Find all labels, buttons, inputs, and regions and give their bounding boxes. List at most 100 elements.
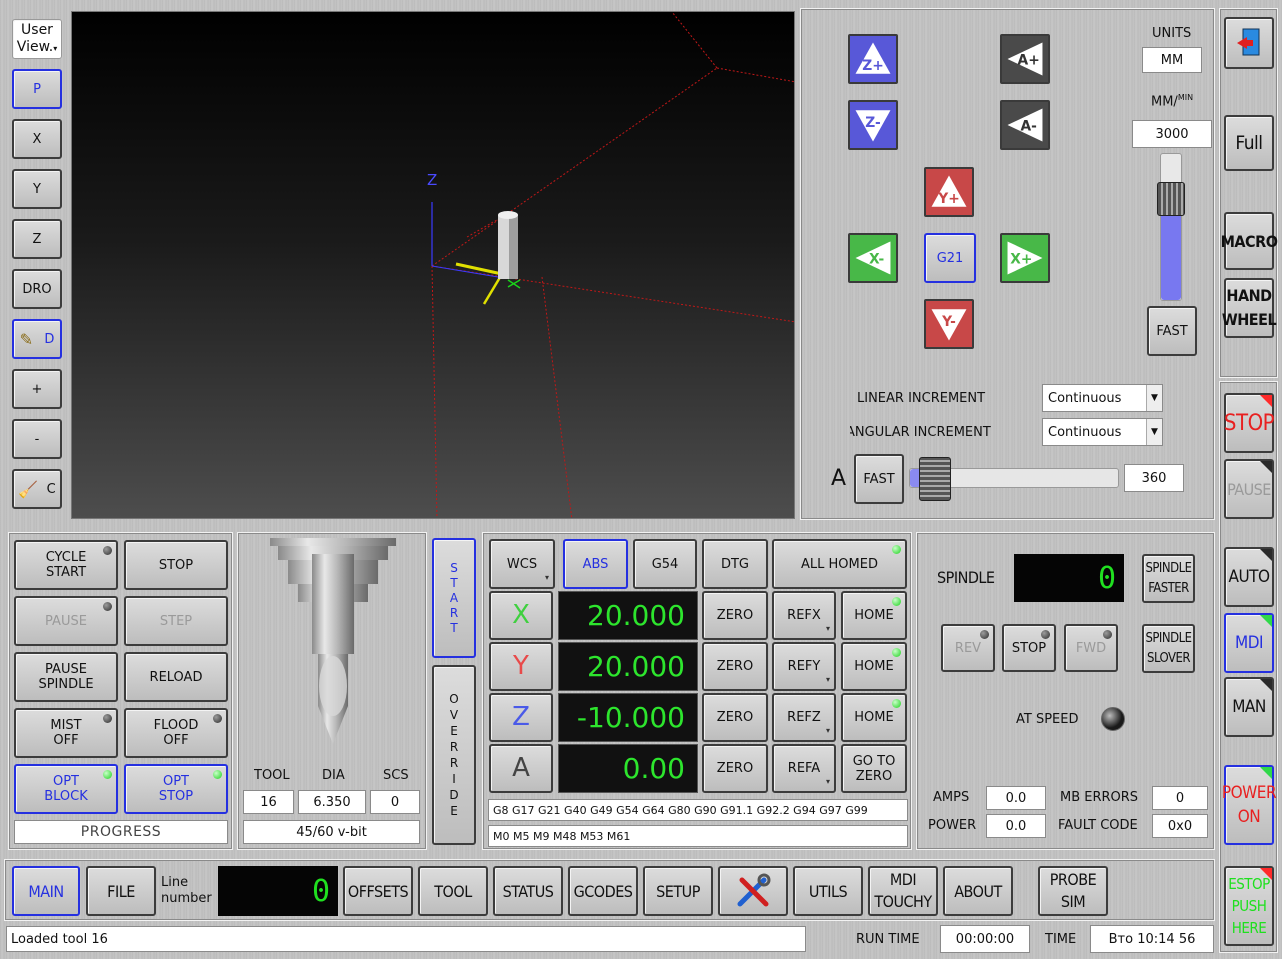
go-to-zero-a-button[interactable]: GO TO ZERO [841, 744, 907, 793]
tool-number-field[interactable]: 16 [243, 790, 294, 814]
dtg-button[interactable]: DTG [702, 539, 768, 589]
macro-button[interactable]: MACRO [1221, 212, 1278, 270]
spindle-fwd-button[interactable]: FWD [1064, 624, 1118, 672]
jog-x-minus-button[interactable]: X- [848, 233, 898, 283]
jog-z-minus-button[interactable]: Z- [848, 100, 898, 150]
view-dro-button[interactable]: DRO [12, 269, 62, 309]
start-tab[interactable]: START [432, 538, 476, 658]
home-z-button[interactable]: HOME [841, 693, 907, 742]
g54-button[interactable]: G54 [633, 539, 697, 589]
tool-diameter-field[interactable]: 6.350 [298, 790, 366, 814]
mist-button[interactable]: MIST OFF [14, 708, 118, 758]
view-d-button[interactable]: ✎ D [12, 319, 62, 359]
spindle-faster-button[interactable]: SPINDLE FASTER [1142, 554, 1195, 603]
override-tab-letter: E [450, 724, 458, 738]
a-jog-rate-field[interactable]: 360 [1124, 464, 1184, 492]
ref-x-button[interactable]: REFX ▾ [772, 591, 836, 640]
jog-fast-button[interactable]: FAST [1147, 306, 1197, 356]
jog-a-plus-button[interactable]: A+ [1000, 34, 1050, 84]
view-y-button[interactable]: Y [12, 169, 62, 209]
zero-x-label: ZERO [716, 608, 754, 623]
home-x-button[interactable]: HOME [841, 591, 907, 640]
tab-tools-icon-button[interactable] [718, 866, 788, 916]
tool-scs-field[interactable]: 0 [370, 790, 420, 814]
cycle-start-button[interactable]: CYCLE START [14, 540, 118, 590]
zoom-out-button[interactable]: - [12, 419, 62, 459]
tab-tool[interactable]: TOOL [418, 866, 488, 916]
opt-block-button[interactable]: OPT BLOCK [14, 764, 118, 814]
tab-file[interactable]: FILE [86, 866, 156, 916]
zero-z-button[interactable]: ZERO [702, 693, 768, 742]
tab-offsets[interactable]: OFFSETS [343, 866, 413, 916]
clear-button[interactable]: 🧹 C [12, 469, 62, 509]
step-button[interactable]: STEP [124, 596, 228, 646]
tab-gcodes[interactable]: GCODES [568, 866, 638, 916]
hand-wheel-button[interactable]: HAND WHEEL [1222, 278, 1277, 338]
manual-mode-button[interactable]: MAN [1224, 677, 1274, 737]
toolpath-preview[interactable]: Z [71, 11, 795, 519]
program-stop-button[interactable]: STOP [124, 540, 228, 590]
spindle-stop-button[interactable]: STOP [1002, 624, 1056, 672]
auto-mode-button[interactable]: AUTO [1224, 547, 1274, 607]
jog-rate-field[interactable]: 3000 [1132, 120, 1212, 148]
pause-spindle-button[interactable]: PAUSE SPINDLE [14, 652, 118, 702]
user-view-button[interactable]: User View.▾ [12, 19, 62, 59]
jog-x-plus-button[interactable]: X+ [1000, 233, 1050, 283]
ref-a-button[interactable]: REFA ▾ [772, 744, 836, 793]
tab-mdi-touchy[interactable]: MDI TOUCHY [868, 866, 938, 916]
zoom-in-button[interactable]: + [12, 369, 62, 409]
angular-increment-label: ANGULAR INCREMENT [850, 425, 991, 440]
mdi-mode-button[interactable]: MDI [1224, 613, 1274, 673]
tab-probe-sim[interactable]: PROBE SIM [1038, 866, 1108, 916]
active-mcodes-field: M0 M5 M9 M48 M53 M61 [488, 825, 908, 847]
units-field[interactable]: MM [1142, 47, 1202, 73]
home-y-button[interactable]: HOME [841, 642, 907, 691]
estop-button[interactable]: ESTOP PUSH HERE [1224, 866, 1274, 946]
axis-z-button[interactable]: Z [489, 693, 553, 742]
jog-rate-slider-handle[interactable] [1157, 182, 1185, 216]
spindle-slower-button[interactable]: SPINDLE SLOVER [1142, 624, 1195, 673]
exit-button[interactable] [1224, 17, 1274, 69]
override-tab[interactable]: OVERRIDE [432, 665, 476, 845]
jog-y-minus-button[interactable]: Y- [924, 299, 974, 349]
zero-y-button[interactable]: ZERO [702, 642, 768, 691]
wcs-button[interactable]: WCS ▾ [489, 539, 555, 589]
abs-button[interactable]: ABS [563, 539, 628, 589]
opt-stop-button[interactable]: OPT STOP [124, 764, 228, 814]
axis-a-button[interactable]: A [489, 744, 553, 793]
tab-setup[interactable]: SETUP [643, 866, 713, 916]
linear-increment-select[interactable]: Continuous ▼ [1042, 384, 1163, 412]
pause-button[interactable]: PAUSE [1224, 459, 1274, 519]
zero-x-button[interactable]: ZERO [702, 591, 768, 640]
zero-a-button[interactable]: ZERO [702, 744, 768, 793]
jog-rate-slider[interactable] [1157, 153, 1185, 301]
all-homed-button[interactable]: ALL HOMED [772, 539, 907, 589]
stop-button[interactable]: STOP [1224, 393, 1275, 453]
flood-button[interactable]: FLOOD OFF [124, 708, 228, 758]
ref-z-button[interactable]: REFZ ▾ [772, 693, 836, 742]
reload-button[interactable]: RELOAD [124, 652, 228, 702]
spindle-rev-button[interactable]: REV [941, 624, 995, 672]
a-jog-slider-handle[interactable] [918, 457, 951, 501]
tab-utils[interactable]: UTILS [793, 866, 863, 916]
tab-status[interactable]: STATUS [493, 866, 563, 916]
jog-z-plus-button[interactable]: Z+ [848, 34, 898, 84]
estop-label-3: HERE [1231, 919, 1267, 937]
jog-a-minus-button[interactable]: A- [1000, 100, 1050, 150]
axis-y-button[interactable]: Y [489, 642, 553, 691]
g21-button[interactable]: G21 [924, 233, 976, 283]
angular-increment-select[interactable]: Continuous ▼ [1042, 418, 1163, 446]
tab-main[interactable]: MAIN [12, 866, 80, 916]
view-x-button[interactable]: X [12, 119, 62, 159]
view-z-button[interactable]: Z [12, 219, 62, 259]
a-jog-slider[interactable] [909, 457, 1119, 501]
jog-y-plus-button[interactable]: Y+ [924, 167, 974, 217]
full-button[interactable]: Full [1224, 115, 1274, 171]
view-p-button[interactable]: P [12, 69, 62, 109]
program-pause-button[interactable]: PAUSE [14, 596, 118, 646]
power-on-button[interactable]: POWER ON [1222, 765, 1277, 845]
ref-y-button[interactable]: REFY ▾ [772, 642, 836, 691]
a-fast-button[interactable]: FAST [854, 454, 904, 504]
axis-x-button[interactable]: X [489, 591, 553, 640]
tab-about[interactable]: ABOUT [943, 866, 1013, 916]
